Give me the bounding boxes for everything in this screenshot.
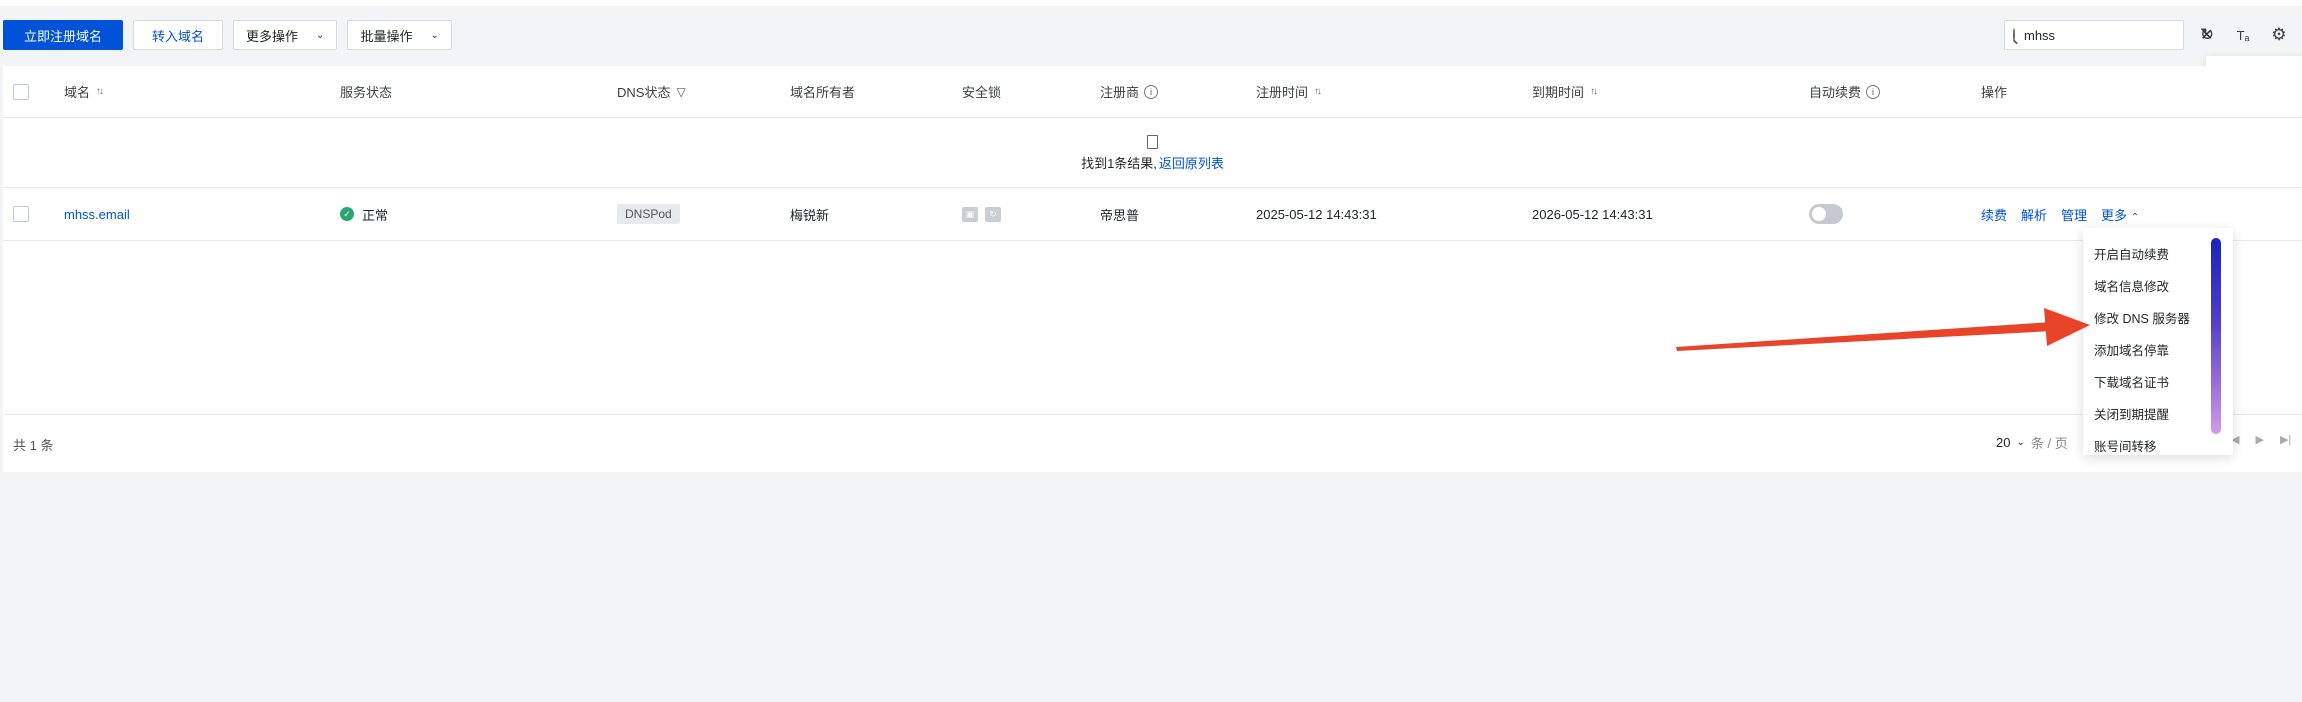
col-dns-status: DNS状态 ▽ bbox=[617, 66, 686, 117]
document-icon bbox=[1147, 134, 1158, 149]
table-row: mhss.email ✓ 正常 DNSPod 梅锐新 ▣ ↻ 帝思普 2025-… bbox=[3, 188, 2302, 241]
select-all-checkbox[interactable] bbox=[13, 83, 29, 100]
page-size-value: 20 bbox=[1996, 435, 2011, 450]
col-reg-time-label: 注册时间 bbox=[1256, 85, 1309, 100]
status-text: 正常 bbox=[362, 207, 389, 223]
more-ops-dropdown[interactable]: 更多操作 ⌄ bbox=[233, 20, 338, 50]
col-registrar: 注册商 i bbox=[1100, 66, 1159, 117]
lock-icon[interactable]: ↻ bbox=[985, 206, 1001, 222]
domain-link[interactable]: mhss.email bbox=[64, 188, 130, 240]
lock-icon[interactable]: ▣ bbox=[962, 206, 978, 222]
batch-ops-dropdown[interactable]: 批量操作 ⌄ bbox=[347, 20, 452, 50]
row-checkbox[interactable] bbox=[13, 206, 29, 222]
resolve-link[interactable]: 解析 bbox=[2021, 205, 2047, 224]
transfer-domain-button[interactable]: 转入域名 bbox=[133, 20, 224, 50]
renew-link[interactable]: 续费 bbox=[1981, 205, 2007, 224]
menu-item-account-transfer[interactable]: 账号间转移 bbox=[2083, 429, 2233, 455]
pager: ◀ ▶ ▶| bbox=[2231, 433, 2291, 446]
col-dns-status-label: DNS状态 bbox=[617, 85, 671, 100]
dns-tag: DNSPod bbox=[617, 204, 680, 224]
col-exp-time-label: 到期时间 bbox=[1532, 85, 1585, 100]
search-icon bbox=[2013, 28, 2015, 42]
registrar-text: 帝思普 bbox=[1100, 207, 1140, 223]
chevron-down-icon: ⌄ bbox=[430, 29, 439, 41]
sort-icon[interactable]: ↑↓ bbox=[1590, 86, 1598, 97]
toolbar: 立即注册域名 转入域名 更多操作 ⌄ 批量操作 ⌄ bbox=[3, 20, 452, 50]
status-cell: ✓ 正常 bbox=[340, 188, 388, 240]
text-format-icon[interactable]: Tₐ bbox=[2232, 23, 2254, 47]
result-count-text: 找到1条结果, bbox=[1081, 155, 1157, 171]
back-to-list-link[interactable]: 返回原列表 bbox=[1159, 156, 1224, 171]
toolbar-icons: ↻ Tₐ ⚙ ⤓ bbox=[2196, 23, 2302, 47]
col-domain[interactable]: 域名 ↑↓ bbox=[64, 66, 104, 117]
sort-icon[interactable]: ↑↓ bbox=[96, 86, 104, 97]
col-reg-time[interactable]: 注册时间 ↑↓ bbox=[1256, 66, 1322, 117]
refresh-icon[interactable]: ↻ bbox=[2196, 23, 2218, 47]
reg-time-text: 2025-05-12 14:43:31 bbox=[1256, 206, 1377, 222]
more-actions-label: 更多 bbox=[2101, 207, 2128, 223]
more-actions-menu: 开启自动续费 域名信息修改 修改 DNS 服务器 添加域名停靠 下载域名证书 关… bbox=[2083, 228, 2233, 455]
owner-text: 梅锐新 bbox=[790, 207, 830, 223]
auto-renew-toggle[interactable] bbox=[1809, 204, 1843, 224]
chevron-down-icon: ⌄ bbox=[316, 29, 325, 41]
manage-link[interactable]: 管理 bbox=[2061, 205, 2087, 224]
col-registrar-label: 注册商 bbox=[1100, 85, 1140, 100]
exp-time-text: 2026-05-12 14:43:31 bbox=[1532, 206, 1653, 222]
filter-icon[interactable]: ▽ bbox=[676, 85, 685, 99]
batch-ops-label: 批量操作 bbox=[360, 28, 413, 44]
col-security-lock: 安全锁 bbox=[962, 85, 1002, 100]
last-page-icon[interactable]: ▶| bbox=[2280, 433, 2291, 446]
page-size-unit: 条 / 页 bbox=[2030, 436, 2068, 451]
search-result-banner: 找到1条结果, 返回原列表 bbox=[3, 119, 2302, 188]
menu-scrollbar[interactable] bbox=[2211, 238, 2221, 434]
next-page-icon[interactable]: ▶ bbox=[2255, 433, 2263, 446]
more-actions-link[interactable]: 更多 ⌃ bbox=[2101, 205, 2139, 224]
table-footer: 共 1 条 20 ⌄ 条 / 页 ◀ ▶ ▶| bbox=[3, 414, 2302, 472]
dns-cell: DNSPod bbox=[617, 188, 680, 240]
check-icon: ✓ bbox=[340, 207, 354, 221]
result-text-line: 找到1条结果, 返回原列表 bbox=[1081, 153, 1224, 172]
col-service-status: 服务状态 bbox=[340, 85, 393, 100]
col-auto-renew: 自动续费 i bbox=[1809, 66, 1881, 117]
sort-icon[interactable]: ↑↓ bbox=[1314, 86, 1322, 97]
col-domain-label: 域名 bbox=[64, 85, 91, 100]
chevron-up-icon: ⌃ bbox=[2130, 211, 2140, 223]
info-icon[interactable]: i bbox=[1144, 84, 1159, 99]
search-input[interactable] bbox=[2024, 27, 2200, 43]
info-icon[interactable]: i bbox=[1866, 84, 1881, 99]
col-owner: 域名所有者 bbox=[790, 85, 856, 100]
col-exp-time[interactable]: 到期时间 ↑↓ bbox=[1532, 66, 1598, 117]
lock-cell: ▣ ↻ bbox=[962, 188, 1008, 240]
chevron-down-icon: ⌄ bbox=[2016, 437, 2025, 448]
table-header: 域名 ↑↓ 服务状态 DNS状态 ▽ 域名所有者 安全锁 注册商 i 注册时间 … bbox=[3, 66, 2302, 118]
auto-renew-cell bbox=[1809, 188, 1843, 240]
register-domain-button[interactable]: 立即注册域名 bbox=[3, 20, 124, 50]
total-count: 共 1 条 bbox=[13, 438, 54, 453]
domain-table-card: 域名 ↑↓ 服务状态 DNS状态 ▽ 域名所有者 安全锁 注册商 i 注册时间 … bbox=[3, 66, 2302, 472]
col-actions: 操作 bbox=[1981, 85, 2008, 100]
page-size-select[interactable]: 20 ⌄ 条 / 页 bbox=[1996, 433, 2068, 452]
col-auto-renew-label: 自动续费 bbox=[1809, 85, 1862, 100]
top-strip bbox=[0, 0, 2302, 6]
gear-icon[interactable]: ⚙ bbox=[2268, 23, 2290, 47]
more-ops-label: 更多操作 bbox=[246, 28, 299, 44]
search-box: ✕ bbox=[2004, 20, 2213, 50]
